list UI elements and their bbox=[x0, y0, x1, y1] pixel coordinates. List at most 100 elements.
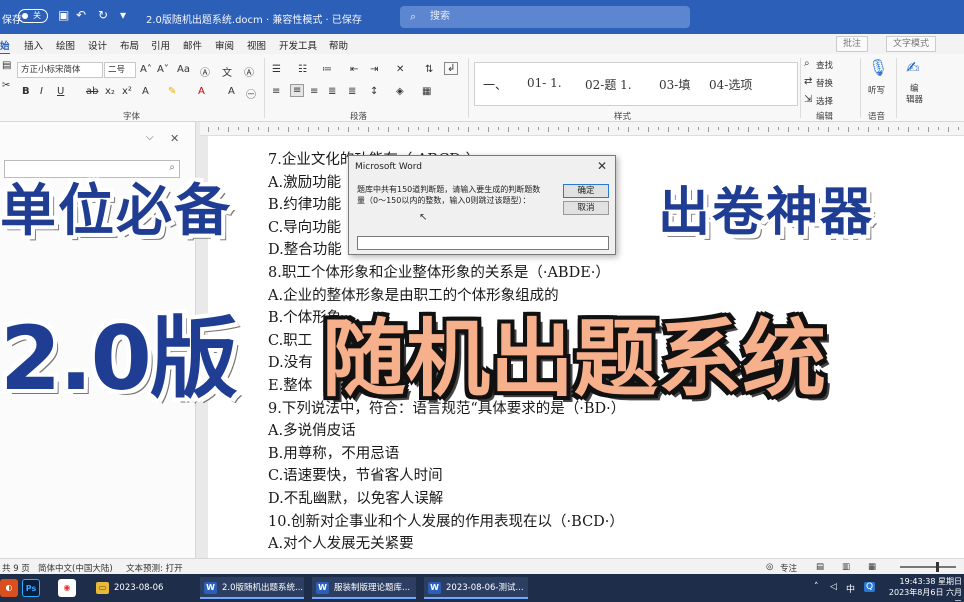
taskbar-item-word-1[interactable]: W 2.0版随机出题系统... bbox=[200, 577, 304, 599]
cancel-button[interactable]: 取消 bbox=[563, 201, 609, 215]
focus-icon[interactable]: ◎ bbox=[766, 562, 773, 572]
zoom-slider[interactable] bbox=[900, 562, 956, 572]
increase-indent-icon[interactable]: ⇥ bbox=[370, 64, 378, 75]
select-button[interactable]: 选择 bbox=[816, 95, 833, 107]
chevron-down-icon[interactable]: ⌵ bbox=[146, 132, 154, 143]
chevron-up-icon[interactable]: ˄ bbox=[814, 582, 819, 592]
italic-icon[interactable]: I bbox=[40, 86, 43, 97]
tab-design[interactable]: 设计 bbox=[88, 38, 107, 52]
underline-icon[interactable]: U bbox=[57, 86, 64, 97]
tab-mailings[interactable]: 邮件 bbox=[183, 38, 202, 52]
multilevel-icon[interactable]: ≔ bbox=[322, 64, 332, 75]
style-item[interactable]: 02-题 1. bbox=[585, 76, 632, 93]
change-case-icon[interactable]: Aa bbox=[177, 64, 190, 75]
font-size-select[interactable]: 二号 bbox=[104, 62, 136, 78]
focus-button[interactable]: 专注 bbox=[780, 562, 797, 574]
autosave-toggle[interactable]: 关 bbox=[18, 9, 48, 23]
tab-review[interactable]: 审阅 bbox=[215, 38, 234, 52]
strikethrough-icon[interactable]: ab bbox=[86, 86, 98, 97]
style-item[interactable]: 01- 1. bbox=[527, 76, 562, 90]
page-count[interactable]: 共 9 页 bbox=[2, 562, 30, 574]
taskbar-item-word-2[interactable]: W 服装制版理论题库... bbox=[312, 577, 416, 599]
cut-icon[interactable]: ✂ bbox=[2, 80, 10, 91]
close-icon[interactable]: ✕ bbox=[170, 132, 179, 145]
char-shading-icon[interactable]: A bbox=[228, 86, 235, 97]
ime-indicator[interactable]: 中 bbox=[846, 582, 855, 595]
chinese-layout-icon[interactable]: ✕ bbox=[396, 64, 404, 75]
bold-icon[interactable]: B bbox=[22, 86, 30, 97]
grow-font-icon[interactable]: A˄ bbox=[140, 64, 152, 75]
tab-help[interactable]: 帮助 bbox=[329, 38, 348, 52]
editor-icon[interactable]: ✍ bbox=[906, 58, 919, 77]
borders-icon[interactable]: ▦ bbox=[422, 86, 431, 97]
align-right-icon[interactable]: ≡ bbox=[310, 86, 318, 97]
language-status[interactable]: 简体中文(中国大陆) bbox=[38, 562, 113, 574]
tab-insert[interactable]: 插入 bbox=[24, 38, 43, 52]
clear-format-icon[interactable]: Ⓐ bbox=[200, 64, 210, 79]
ruler-tick bbox=[718, 127, 719, 130]
numbering-icon[interactable]: ☷ bbox=[298, 64, 307, 75]
font-color-icon[interactable]: A bbox=[198, 86, 205, 97]
superscript-icon[interactable]: x² bbox=[122, 86, 132, 97]
subscript-icon[interactable]: x₂ bbox=[105, 86, 115, 97]
bullets-icon[interactable]: ☰ bbox=[272, 64, 281, 75]
align-left-icon[interactable]: ≡ bbox=[272, 86, 280, 97]
text-prediction-status[interactable]: 文本预测: 打开 bbox=[126, 562, 183, 574]
photoshop-icon[interactable]: Ps bbox=[22, 579, 40, 597]
find-button[interactable]: 查找 bbox=[816, 59, 833, 71]
distributed-icon[interactable]: ≣ bbox=[348, 86, 356, 97]
print-layout-icon[interactable]: ▥ bbox=[842, 562, 850, 572]
align-center-icon[interactable]: ≡ bbox=[290, 84, 305, 97]
enclose-char-icon[interactable]: ㊀ bbox=[246, 86, 256, 101]
highlight-icon[interactable]: ✎ bbox=[168, 86, 176, 97]
style-item[interactable]: 04-选项 bbox=[709, 76, 752, 93]
style-item[interactable]: 03-填 bbox=[659, 76, 690, 93]
show-marks-icon[interactable]: ↲ bbox=[444, 62, 459, 75]
replace-button[interactable]: 替换 bbox=[816, 77, 833, 89]
customize-icon[interactable]: ▾ bbox=[120, 8, 126, 22]
read-mode-icon[interactable]: ▤ bbox=[816, 562, 824, 572]
tab-view[interactable]: 视图 bbox=[247, 38, 266, 52]
horizontal-ruler[interactable] bbox=[200, 122, 964, 136]
undo-icon[interactable]: ↶ bbox=[76, 8, 86, 22]
clock[interactable]: 19:43:38 星期日 2023年8月6日 六月二 bbox=[884, 576, 964, 602]
dialog-input[interactable] bbox=[357, 236, 609, 250]
shading-icon[interactable]: ◈ bbox=[396, 86, 404, 97]
comment-button[interactable]: 批注 bbox=[836, 36, 869, 52]
tab-developer[interactable]: 开发工具 bbox=[279, 38, 317, 52]
line-spacing-icon[interactable]: ↕ bbox=[370, 86, 378, 97]
paste-icon[interactable]: ▤ bbox=[2, 60, 11, 71]
search-box[interactable]: ⌕ 搜索 bbox=[400, 6, 690, 28]
redo-icon[interactable]: ↻ bbox=[98, 8, 108, 22]
font-name-select[interactable]: 方正小标宋简体 bbox=[17, 62, 103, 78]
tab-home[interactable]: 始 bbox=[0, 38, 10, 55]
search-tray-icon[interactable]: Q bbox=[864, 582, 876, 592]
shrink-font-icon[interactable]: A˅ bbox=[157, 64, 169, 75]
tab-draw[interactable]: 绘图 bbox=[56, 38, 75, 52]
decrease-indent-icon[interactable]: ⇤ bbox=[350, 64, 358, 75]
taskbar-item-folder[interactable]: ▭ 2023-08-06 bbox=[92, 577, 192, 599]
close-icon[interactable]: ✕ bbox=[597, 159, 607, 173]
chrome-icon[interactable]: ◉ bbox=[58, 579, 76, 597]
save-icon[interactable]: ▣ bbox=[58, 8, 69, 22]
web-layout-icon[interactable]: ▦ bbox=[868, 562, 876, 572]
ok-button[interactable]: 确定 bbox=[563, 184, 609, 198]
edit-mode-button[interactable]: 文字模式 bbox=[886, 36, 937, 52]
start-app-icon[interactable]: ◐ bbox=[0, 579, 18, 597]
tab-layout[interactable]: 布局 bbox=[120, 38, 139, 52]
select-icon: ⇲ bbox=[804, 94, 813, 105]
text-effects-icon[interactable]: A bbox=[142, 86, 149, 97]
zoom-handle[interactable] bbox=[936, 562, 939, 572]
justify-icon[interactable]: ≣ bbox=[328, 86, 336, 97]
speaker-icon[interactable]: ◁ bbox=[830, 582, 837, 592]
microphone-icon[interactable]: 🎙 bbox=[868, 58, 888, 77]
tab-references[interactable]: 引用 bbox=[151, 38, 170, 52]
document-title: 2.0版随机出题系统.docm · 兼容性模式 · 已保存 bbox=[146, 15, 362, 26]
char-border-icon[interactable]: Ⓐ bbox=[244, 64, 254, 79]
style-item[interactable]: 一、 bbox=[483, 76, 507, 93]
taskbar-item-word-3[interactable]: W 2023-08-06-测试... bbox=[424, 577, 528, 599]
ruler-tick bbox=[328, 127, 329, 132]
phonetic-icon[interactable]: 文 bbox=[222, 64, 232, 79]
sort-icon[interactable]: ⇅ bbox=[425, 64, 433, 75]
ruler-tick bbox=[588, 127, 589, 132]
